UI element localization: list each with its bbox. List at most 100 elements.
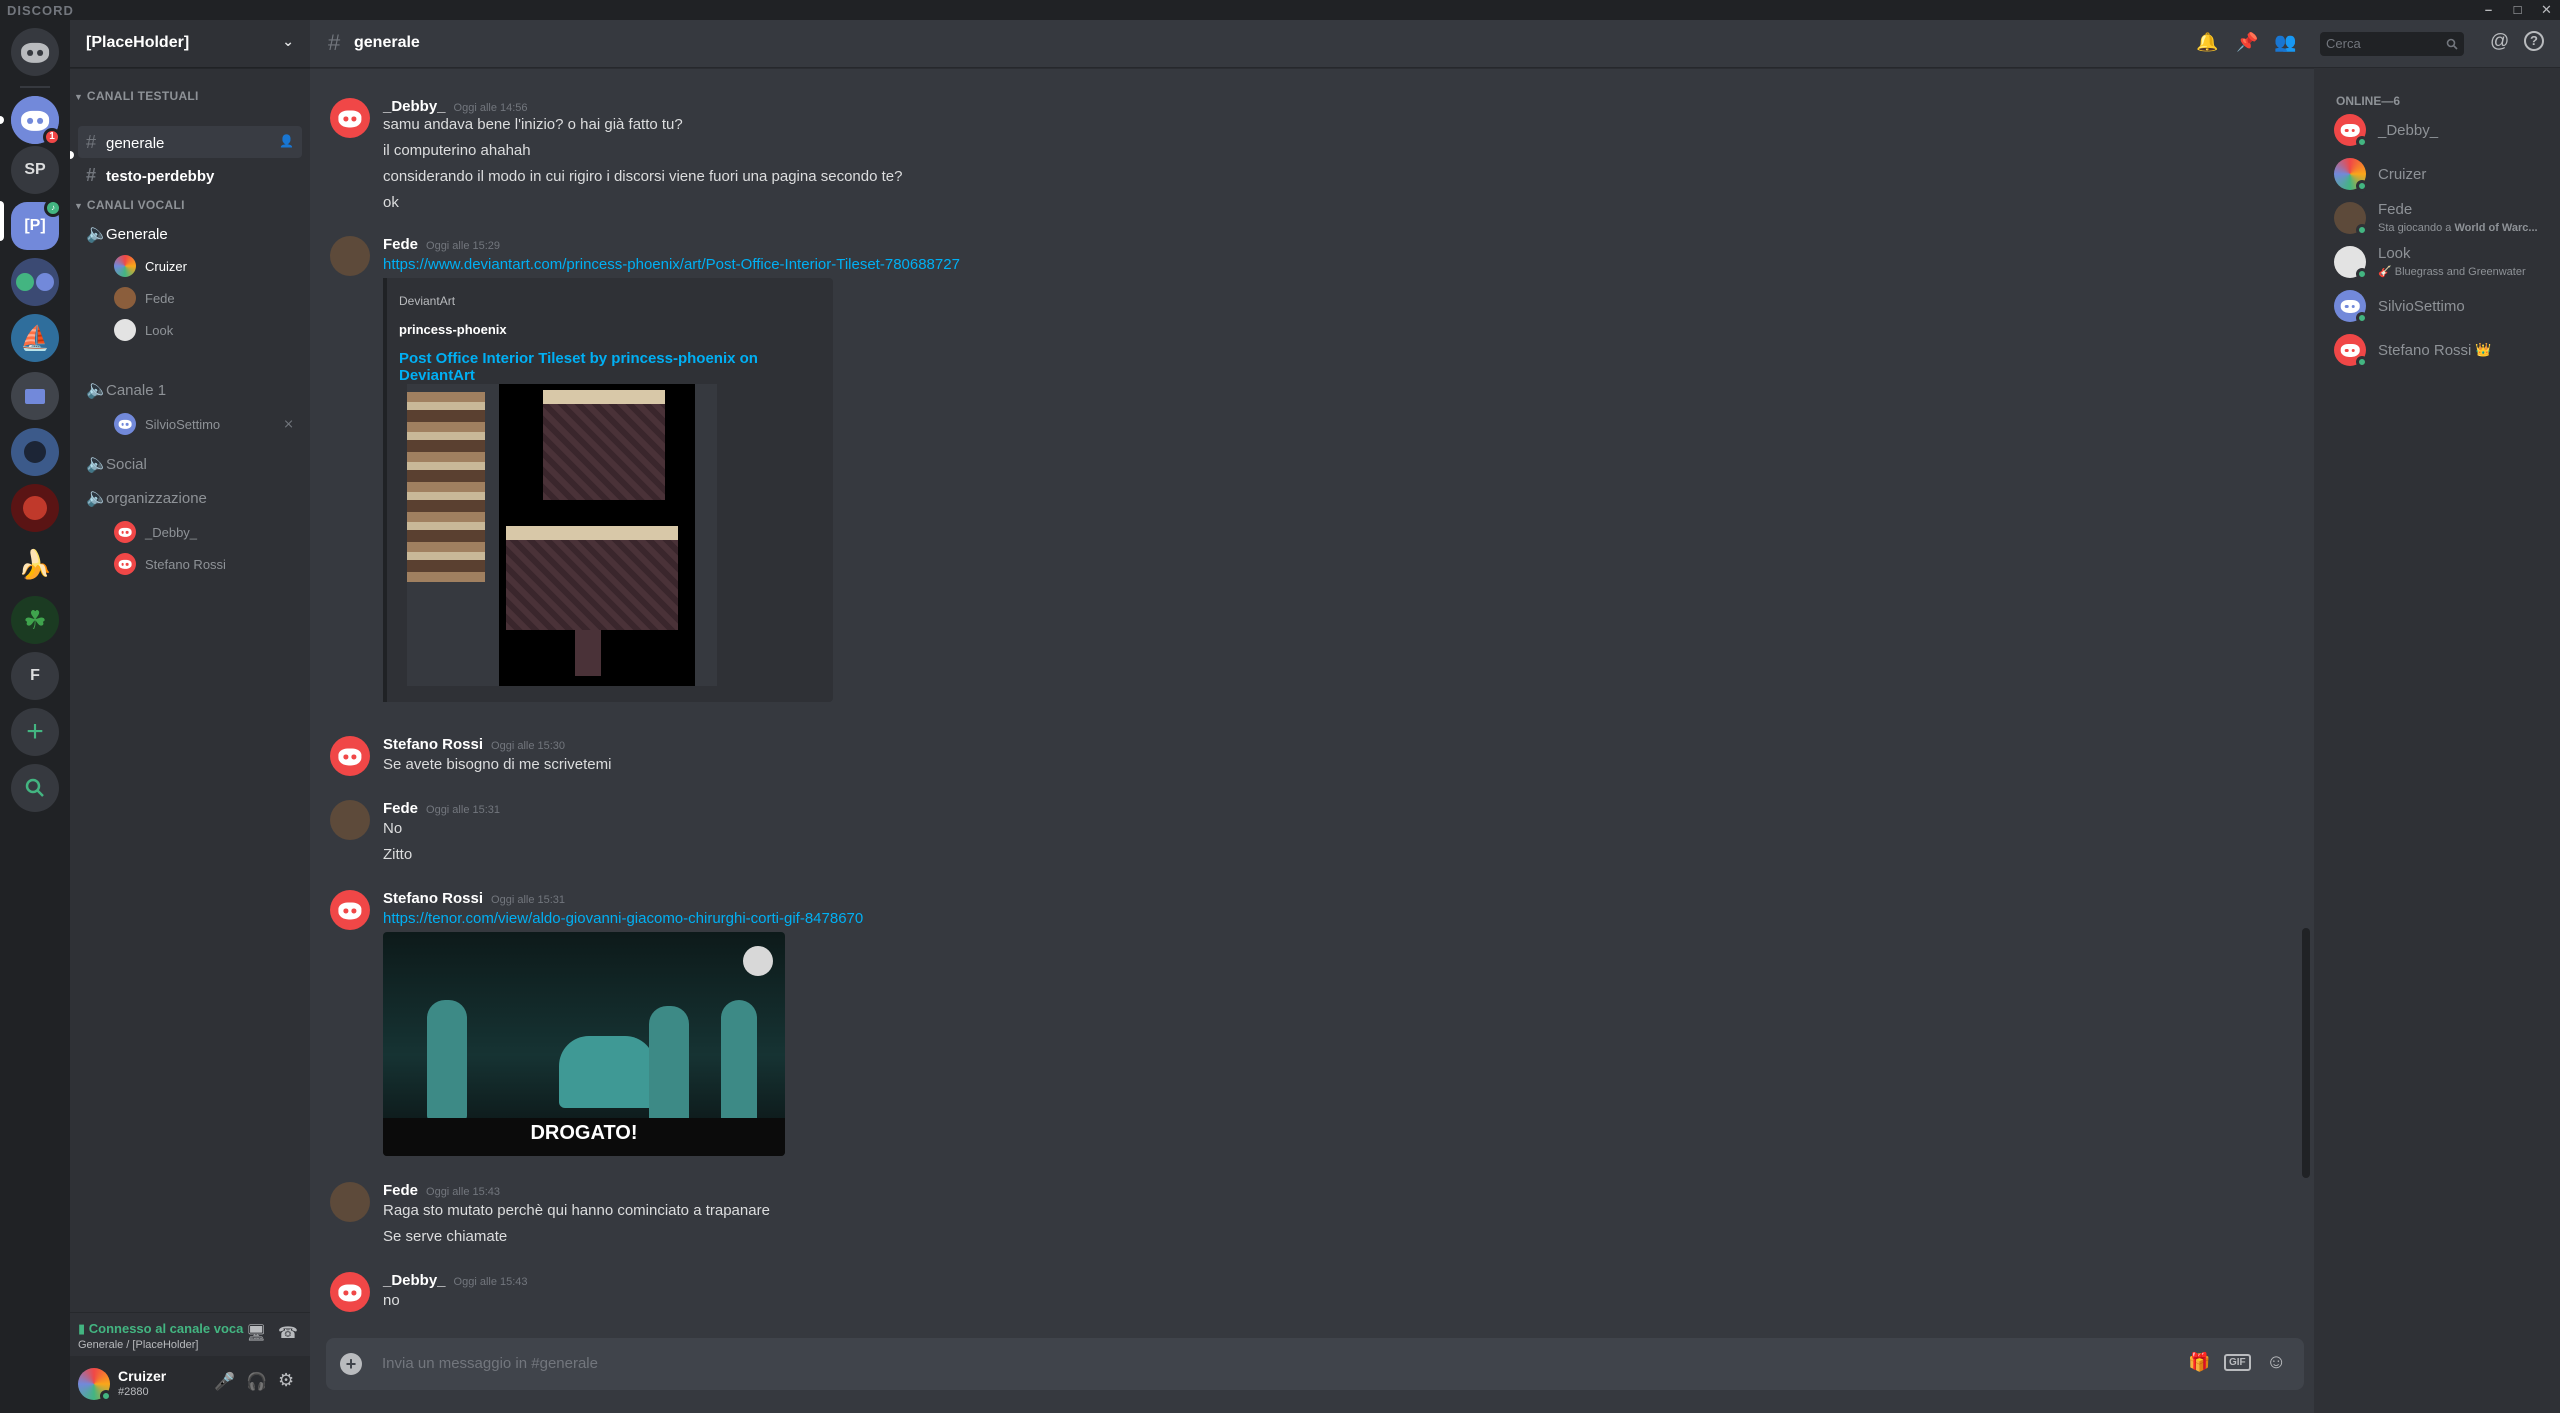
- member-item[interactable]: Fede Sta giocando a World of Warc...: [2334, 198, 2538, 238]
- message-composer[interactable]: + Invia un messaggio in #generale 🎁 GIF …: [326, 1338, 2304, 1390]
- message-text: Raga sto mutato perchè qui hanno cominci…: [383, 1202, 770, 1219]
- headphones-icon[interactable]: 🎧: [246, 1372, 267, 1392]
- member-item[interactable]: SilvioSettimo: [2334, 286, 2465, 326]
- server-list: 1 SP [P] ♪ ⛵ 🍌 ☘ F +: [0, 20, 70, 1413]
- message-text: Se avete bisogno di me scrivetemi: [383, 756, 612, 773]
- voice-connected-label[interactable]: ▮ Connesso al canale voca: [78, 1321, 243, 1337]
- message-author[interactable]: Fede Oggi alle 15:43: [383, 1182, 500, 1199]
- search-input[interactable]: Cerca: [2320, 32, 2464, 56]
- member-item[interactable]: Look 🎸 Bluegrass and Greenwater: [2334, 242, 2526, 282]
- message-input[interactable]: Invia un messaggio in #generale: [382, 1355, 598, 1372]
- avatar[interactable]: [330, 1272, 370, 1312]
- category-text[interactable]: ▼ CANALI TESTUALI: [74, 89, 199, 103]
- voice-location[interactable]: Generale / [PlaceHolder]: [78, 1339, 198, 1351]
- message-author[interactable]: Fede Oggi alle 15:31: [383, 800, 500, 817]
- embed-title[interactable]: Post Office Interior Tileset by princess…: [399, 350, 833, 384]
- gif-caption: DROGATO!: [530, 1122, 638, 1144]
- members-icon[interactable]: 👥: [2274, 32, 2296, 53]
- close-icon[interactable]: ✕: [2534, 0, 2560, 20]
- voice-channel-social[interactable]: 🔈Social: [78, 447, 302, 479]
- server-photo[interactable]: [11, 428, 59, 476]
- speaker-icon: 🔈: [86, 223, 109, 243]
- avatar[interactable]: [330, 800, 370, 840]
- message-author[interactable]: Stefano Rossi Oggi alle 15:31: [383, 890, 565, 907]
- avatar[interactable]: [330, 890, 370, 930]
- voice-user[interactable]: Look: [114, 316, 173, 344]
- embed-author[interactable]: princess-phoenix: [399, 322, 507, 337]
- bell-icon[interactable]: 🔔: [2196, 32, 2218, 53]
- microphone-icon[interactable]: 🎤: [214, 1372, 235, 1392]
- add-server-icon[interactable]: +: [11, 708, 59, 756]
- voice-channel-organizzazione[interactable]: 🔈organizzazione: [78, 481, 302, 513]
- avatar[interactable]: [330, 98, 370, 138]
- link-embed: DeviantArt princess-phoenix Post Office …: [383, 278, 833, 702]
- gear-icon[interactable]: ⚙: [278, 1370, 294, 1391]
- folder-icon[interactable]: [11, 372, 59, 420]
- server-sp[interactable]: SP: [11, 146, 59, 194]
- member-item[interactable]: Stefano Rossi 👑: [2334, 330, 2492, 370]
- message-author[interactable]: _Debby_ Oggi alle 15:43: [383, 1272, 528, 1289]
- explore-icon[interactable]: [11, 764, 59, 812]
- server-sail[interactable]: ⛵: [11, 314, 59, 362]
- server-banana[interactable]: 🍌: [11, 540, 59, 588]
- server-f[interactable]: F: [11, 652, 59, 700]
- discord-logo-icon: [11, 28, 59, 76]
- gif-button[interactable]: GIF: [2224, 1354, 2251, 1371]
- gif-embed[interactable]: DROGATO!: [383, 932, 785, 1156]
- channel-testo-perdebby[interactable]: # testo-perdebby: [78, 159, 302, 191]
- message-link[interactable]: https://tenor.com/view/aldo-giovanni-gia…: [383, 910, 863, 927]
- message-author[interactable]: Stefano Rossi Oggi alle 15:30: [383, 736, 565, 753]
- minimize-icon[interactable]: –: [2476, 0, 2502, 20]
- voice-channel-generale[interactable]: 🔈Generale: [78, 217, 302, 249]
- help-icon[interactable]: ?: [2524, 31, 2544, 51]
- message-text: Se serve chiamate: [383, 1228, 508, 1245]
- message-author[interactable]: Fede Oggi alle 15:29: [383, 236, 500, 253]
- pin-icon[interactable]: 📌: [2236, 32, 2258, 53]
- voice-user[interactable]: _Debby_: [114, 518, 197, 546]
- separator: [20, 86, 50, 88]
- dm-avatar[interactable]: 1: [11, 96, 61, 146]
- server-placeholder[interactable]: [P] ♪: [11, 199, 62, 250]
- guild-header[interactable]: [PlaceHolder] ⌄: [70, 20, 310, 68]
- avatar[interactable]: [330, 736, 370, 776]
- avatar[interactable]: [330, 1182, 370, 1222]
- voice-user[interactable]: Fede: [114, 284, 175, 312]
- message-text: No: [383, 820, 403, 837]
- server-leaf[interactable]: ☘: [11, 596, 59, 644]
- voice-user[interactable]: Cruizer: [114, 252, 187, 280]
- member-item[interactable]: _Debby_: [2334, 110, 2438, 150]
- selected-pill: [0, 201, 4, 241]
- disconnect-icon[interactable]: ☎: [278, 1323, 298, 1343]
- message-text: samu andava bene l'inizio? o hai già fat…: [383, 116, 683, 133]
- hash-icon: #: [86, 132, 97, 152]
- voice-user[interactable]: SilvioSettimo ⨯: [114, 410, 294, 438]
- members-header: ONLINE—6: [2336, 94, 2401, 108]
- channel-title: generale: [354, 34, 420, 51]
- member-item[interactable]: Cruizer: [2334, 154, 2426, 194]
- server-folder[interactable]: [11, 258, 59, 306]
- user-tag: #2880: [118, 1386, 149, 1398]
- notification-badge: 1: [43, 128, 61, 146]
- voice-user[interactable]: Stefano Rossi: [114, 550, 226, 578]
- emoji-icon[interactable]: ☺: [2266, 1351, 2286, 1374]
- message-author[interactable]: _Debby_ Oggi alle 14:56: [383, 98, 528, 115]
- voice-channel-canale-1[interactable]: 🔈Canale 1: [78, 373, 302, 405]
- scrollbar-thumb[interactable]: [2302, 928, 2310, 1178]
- crown-icon: 👑: [2475, 342, 2492, 357]
- user-avatar[interactable]: [78, 1368, 112, 1402]
- upload-icon[interactable]: +: [340, 1353, 362, 1375]
- screen-share-icon[interactable]: 🖥: [246, 1323, 266, 1343]
- channel-generale[interactable]: # generale 👤: [78, 126, 302, 158]
- watermark-logo: [743, 946, 773, 976]
- invite-icon[interactable]: 👤: [279, 134, 294, 148]
- maximize-icon[interactable]: □: [2505, 0, 2531, 20]
- gift-icon[interactable]: 🎁: [2188, 1352, 2210, 1373]
- avatar[interactable]: [330, 236, 370, 276]
- mention-icon[interactable]: @: [2490, 31, 2509, 53]
- message-link[interactable]: https://www.deviantart.com/princess-phoe…: [383, 256, 960, 273]
- home-button[interactable]: [11, 28, 59, 76]
- embed-image[interactable]: [407, 384, 717, 686]
- message-text: ok: [383, 194, 399, 211]
- category-voice[interactable]: ▼ CANALI VOCALI: [74, 198, 185, 212]
- server-red-emblem[interactable]: [11, 484, 59, 532]
